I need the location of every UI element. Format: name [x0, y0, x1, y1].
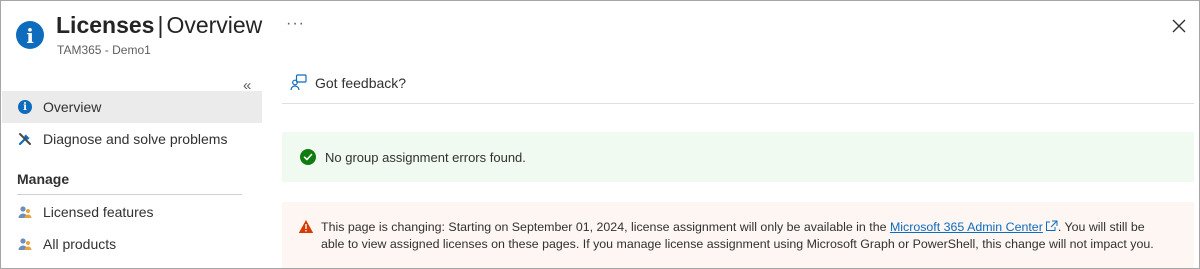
wrench-screwdriver-icon: [17, 131, 33, 147]
feedback-label: Got feedback?: [315, 74, 407, 91]
sidebar-item-label: Overview: [43, 99, 102, 115]
page-title-main: Licenses: [56, 12, 155, 38]
info-icon: i: [16, 21, 44, 49]
admin-center-link[interactable]: Microsoft 365 Admin Center: [890, 220, 1043, 234]
success-message-text: No group assignment errors found.: [325, 149, 526, 165]
users-icon: [17, 236, 33, 252]
feedback-button[interactable]: Got feedback?: [290, 74, 406, 91]
sidebar-item-diagnose[interactable]: Diagnose and solve problems: [2, 123, 262, 155]
success-message-bar: No group assignment errors found.: [282, 132, 1194, 182]
page-subtitle: TAM365 - Demo1: [57, 43, 151, 57]
sidebar-item-label: Diagnose and solve problems: [43, 131, 228, 147]
warning-message-bar: This page is changing: Starting on Septe…: [282, 202, 1194, 268]
sidebar-item-label: Licensed features: [43, 204, 154, 220]
feedback-person-icon: [290, 74, 307, 91]
sidebar-group-manage: Manage: [17, 171, 70, 187]
toolbar-divider: [282, 103, 1194, 104]
page-title-separator: |: [157, 12, 164, 38]
page-title-section: Overview: [166, 12, 263, 38]
users-icon: [17, 204, 33, 220]
warning-triangle-icon: [298, 219, 314, 239]
page-title: Licenses | Overview: [56, 12, 262, 39]
licenses-overview-blade: i Licenses | Overview TAM365 - Demo1 ··· «…: [0, 0, 1200, 269]
sidebar-group-divider: [17, 194, 242, 195]
sidebar-item-all-products[interactable]: All products: [2, 228, 262, 260]
external-link-icon: [1045, 220, 1058, 231]
close-button[interactable]: [1169, 16, 1189, 36]
info-icon: i: [17, 99, 33, 115]
sidebar-item-licensed-features[interactable]: Licensed features: [2, 196, 262, 228]
close-icon: [1172, 19, 1186, 33]
more-options-button[interactable]: ···: [286, 15, 305, 33]
sidebar-item-overview[interactable]: i Overview: [2, 91, 262, 123]
sidebar-item-label: All products: [43, 236, 117, 252]
check-circle-icon: [300, 149, 316, 165]
warning-text-start: This page is changing: Starting on Septe…: [321, 220, 890, 234]
